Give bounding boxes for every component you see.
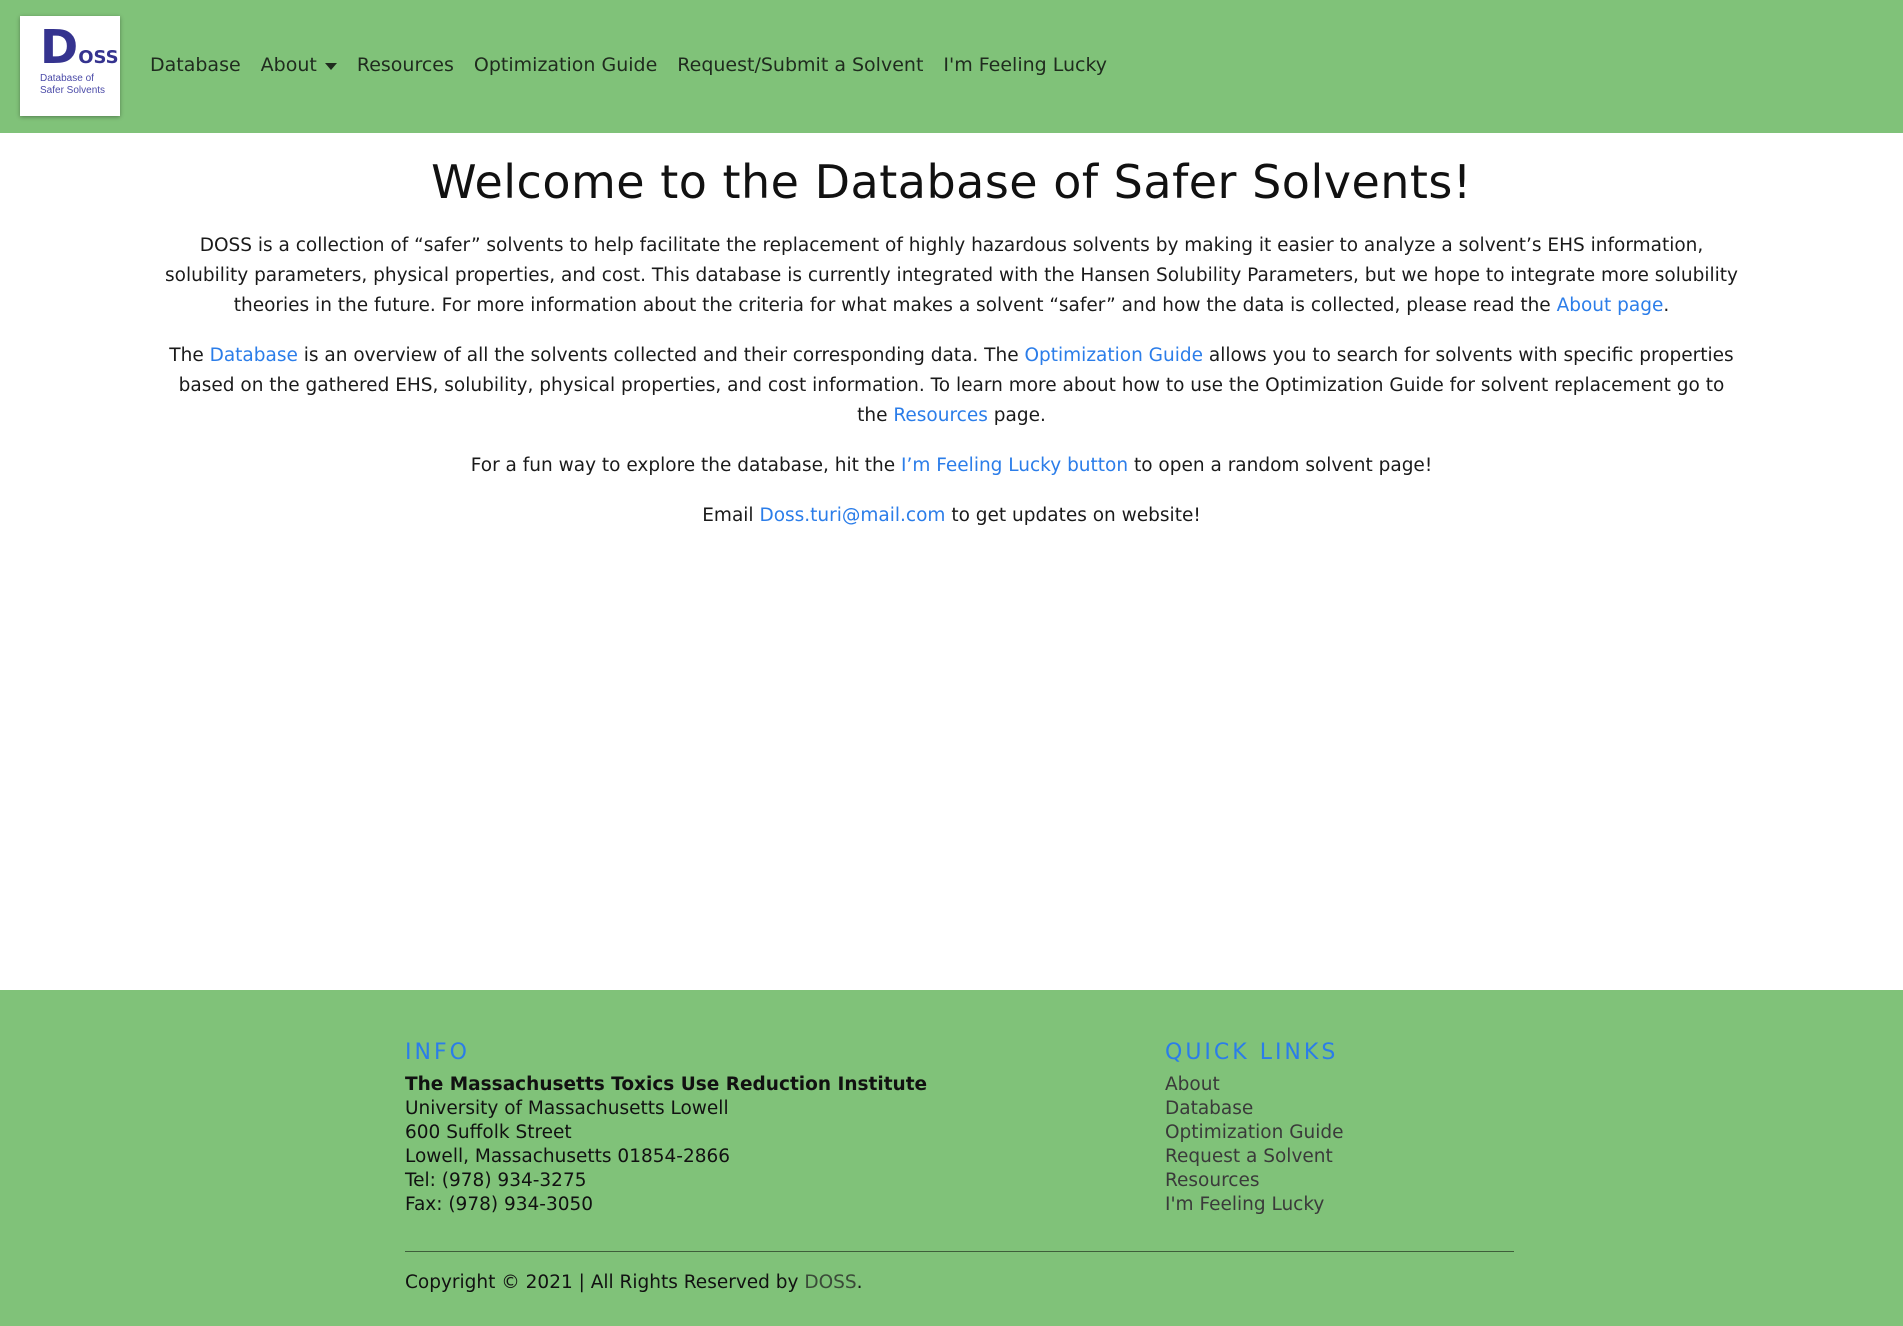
footer-link-request-solvent[interactable]: Request a Solvent [1165, 1145, 1505, 1169]
nav-about-label: About [260, 54, 317, 76]
main-content: Welcome to the Database of Safer Solvent… [0, 133, 1903, 531]
logo-subtitle-line2: Safer Solvents [40, 85, 106, 96]
overview-text-2: is an overview of all the solvents colle… [297, 345, 1025, 366]
footer-quick-links-column: QUICK LINKS About Database Optimization … [1165, 1040, 1505, 1217]
footer-quick-links-heading: QUICK LINKS [1165, 1040, 1339, 1065]
database-link[interactable]: Database [210, 345, 298, 366]
email-paragraph: Email Doss.turi@mail.com to get updates … [162, 501, 1742, 531]
footer-info-column: INFO The Massachusetts Toxics Use Reduct… [405, 1040, 1105, 1217]
about-page-link[interactable]: About page [1557, 295, 1664, 316]
nav-resources[interactable]: Resources [357, 54, 454, 76]
footer-org-name: The Massachusetts Toxics Use Reduction I… [405, 1074, 928, 1095]
intro-period: . [1663, 295, 1670, 316]
copyright-text: Copyright © 2021 | All Rights Reserved b… [405, 1272, 805, 1293]
nav-optimization-guide[interactable]: Optimization Guide [474, 54, 657, 76]
nav-database[interactable]: Database [150, 54, 241, 76]
resources-link[interactable]: Resources [893, 405, 987, 426]
email-link[interactable]: Doss.turi@mail.com [759, 505, 945, 526]
page-title: Welcome to the Database of Safer Solvent… [431, 155, 1472, 209]
nav-request-submit-label: Request/Submit a Solvent [677, 54, 924, 76]
footer-info-heading: INFO [405, 1040, 470, 1065]
nav-feeling-lucky[interactable]: I'm Feeling Lucky [943, 54, 1107, 76]
footer-link-database[interactable]: Database [1165, 1097, 1505, 1121]
nav-feeling-lucky-label: I'm Feeling Lucky [943, 54, 1108, 76]
doss-logo[interactable]: DOSS Database of Safer Solvents [20, 16, 120, 116]
footer-link-feeling-lucky[interactable]: I'm Feeling Lucky [1165, 1193, 1505, 1217]
feeling-lucky-button-link[interactable]: I’m Feeling Lucky button [901, 455, 1128, 476]
doss-home-link[interactable]: DOSS [804, 1272, 856, 1293]
intro-text: DOSS is a collection of “safer” solvents… [165, 235, 1738, 316]
page: DOSS Database of Safer Solvents Database… [0, 0, 1903, 1326]
overview-text-4: page. [987, 405, 1046, 426]
email-text-1: Email [702, 505, 760, 526]
footer-address-line: 600 Suffolk Street [405, 1122, 572, 1143]
nav-database-label: Database [150, 54, 241, 76]
footer-fax: Fax: (978) 934-3050 [405, 1194, 594, 1215]
lucky-text-2: to open a random solvent page! [1128, 455, 1433, 476]
nav-resources-label: Resources [356, 54, 454, 76]
copyright-period: . [856, 1272, 863, 1293]
footer-address-line: Lowell, Massachusetts 01854-2866 [405, 1146, 731, 1167]
optimization-guide-link[interactable]: Optimization Guide [1024, 345, 1203, 366]
nav-about-dropdown[interactable]: About [261, 54, 337, 76]
footer-link-about[interactable]: About [1165, 1073, 1505, 1097]
logo-mark: DOSS [40, 24, 119, 70]
footer-link-optimization-guide[interactable]: Optimization Guide [1165, 1121, 1505, 1145]
footer: INFO The Massachusetts Toxics Use Reduct… [0, 990, 1903, 1326]
top-navbar: DOSS Database of Safer Solvents Database… [0, 0, 1903, 133]
overview-paragraph: The Database is an overview of all the s… [162, 341, 1742, 431]
nav-request-submit-solvent[interactable]: Request/Submit a Solvent [677, 54, 923, 76]
lucky-text-1: For a fun way to explore the database, h… [470, 455, 902, 476]
overview-text-1: The [169, 345, 210, 366]
copyright: Copyright © 2021 | All Rights Reserved b… [405, 1272, 863, 1293]
footer-phone: Tel: (978) 934-3275 [405, 1170, 587, 1191]
feeling-lucky-paragraph: For a fun way to explore the database, h… [162, 451, 1742, 481]
caret-down-icon [324, 62, 337, 70]
logo-letter-d: D [40, 20, 78, 74]
footer-divider [405, 1251, 1514, 1252]
email-text-2: to get updates on website! [945, 505, 1201, 526]
nav-optimization-guide-label: Optimization Guide [473, 54, 658, 76]
main-nav: Database About Resources Optimization Gu… [150, 0, 1127, 130]
logo-subtitle-line1: Database of [40, 73, 94, 84]
intro-paragraph: DOSS is a collection of “safer” solvents… [162, 231, 1742, 321]
logo-letters-oss: OSS [78, 47, 119, 68]
logo-subtitle: Database of Safer Solvents [40, 73, 105, 97]
footer-link-resources[interactable]: Resources [1165, 1169, 1505, 1193]
footer-address-line: University of Massachusetts Lowell [405, 1098, 729, 1119]
